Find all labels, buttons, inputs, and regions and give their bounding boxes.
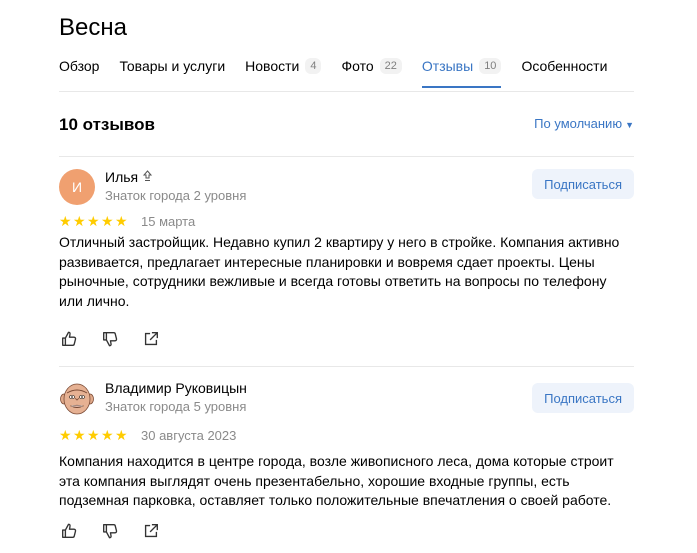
author-level: Знаток города 2 уровня [105,188,247,203]
review-card: Владимир Руковицын Знаток города 5 уровн… [59,380,634,550]
review-text: Отличный застройщик. Недавно купил 2 ква… [59,234,620,309]
tab-count-badge: 10 [479,58,502,74]
star-icon: ★ [115,427,128,443]
tab-label: Фото [341,58,374,74]
review-author[interactable]: Илья [105,169,153,185]
tab-photo[interactable]: Фото 22 [341,52,402,80]
review-author[interactable]: Владимир Руковицын [105,380,247,396]
star-icon: ★ [87,213,100,229]
thumbs-up-icon[interactable] [59,521,79,541]
thumbs-down-icon[interactable] [100,329,120,349]
review-date: 30 августа 2023 [141,428,237,443]
thumbs-up-icon[interactable] [59,329,79,349]
rating-row: ★ ★ ★ ★ ★ 15 марта [59,213,195,230]
star-icon: ★ [59,427,72,443]
tab-label: Новости [245,58,300,74]
review-date: 15 марта [141,214,196,229]
tab-news[interactable]: Новости 4 [245,52,322,80]
star-icon: ★ [73,427,86,443]
divider [59,156,634,157]
thumbs-down-icon[interactable] [100,521,120,541]
reviews-count-heading: 10 отзывов [59,115,155,134]
subscribe-button[interactable]: Подписаться [532,169,634,199]
star-icon: ★ [73,213,86,229]
sort-label: По умолчанию [534,116,623,131]
star-rating: ★ ★ ★ ★ ★ [59,427,129,444]
avatar[interactable] [59,380,95,416]
review-card: И Илья Знаток города 2 уровня Подписатьс… [59,169,634,359]
tab-label: Товары и услуги [119,58,226,74]
tab-features[interactable]: Особенности [521,52,607,80]
star-icon: ★ [115,213,128,229]
review-actions [59,329,182,349]
tabs-divider [59,91,634,92]
avatar[interactable]: И [59,169,95,205]
star-icon: ★ [59,213,72,229]
review-text: Компания находится в центре города, возл… [59,453,614,508]
author-level: Знаток города 5 уровня [105,399,247,414]
star-icon: ★ [101,427,114,443]
expert-badge-icon [142,169,153,185]
page-title: Весна [59,14,127,41]
review-actions [59,521,182,541]
subscribe-button[interactable]: Подписаться [532,383,634,413]
tab-goods-services[interactable]: Товары и услуги [119,52,225,80]
tab-label: Обзор [59,58,100,74]
star-rating: ★ ★ ★ ★ ★ [59,213,129,230]
caret-down-icon: ▼ [625,120,634,130]
rating-row: ★ ★ ★ ★ ★ 30 августа 2023 [59,427,236,444]
tab-label: Особенности [521,58,608,74]
tab-overview[interactable]: Обзор [59,52,99,80]
star-icon: ★ [101,213,114,229]
sort-dropdown[interactable]: По умолчанию ▼ [534,116,634,131]
tab-count-badge: 22 [379,58,402,74]
divider [59,366,634,367]
tab-reviews[interactable]: Отзывы 10 [421,52,502,88]
share-icon[interactable] [141,521,161,541]
author-name: Илья [105,169,139,185]
tab-label: Отзывы [421,58,474,74]
author-name: Владимир Руковицын [105,380,247,396]
share-icon[interactable] [141,329,161,349]
tab-count-badge: 4 [305,58,322,74]
tabs-bar: Обзор Товары и услуги Новости 4 Фото 22 От… [59,52,627,88]
star-icon: ★ [87,427,100,443]
